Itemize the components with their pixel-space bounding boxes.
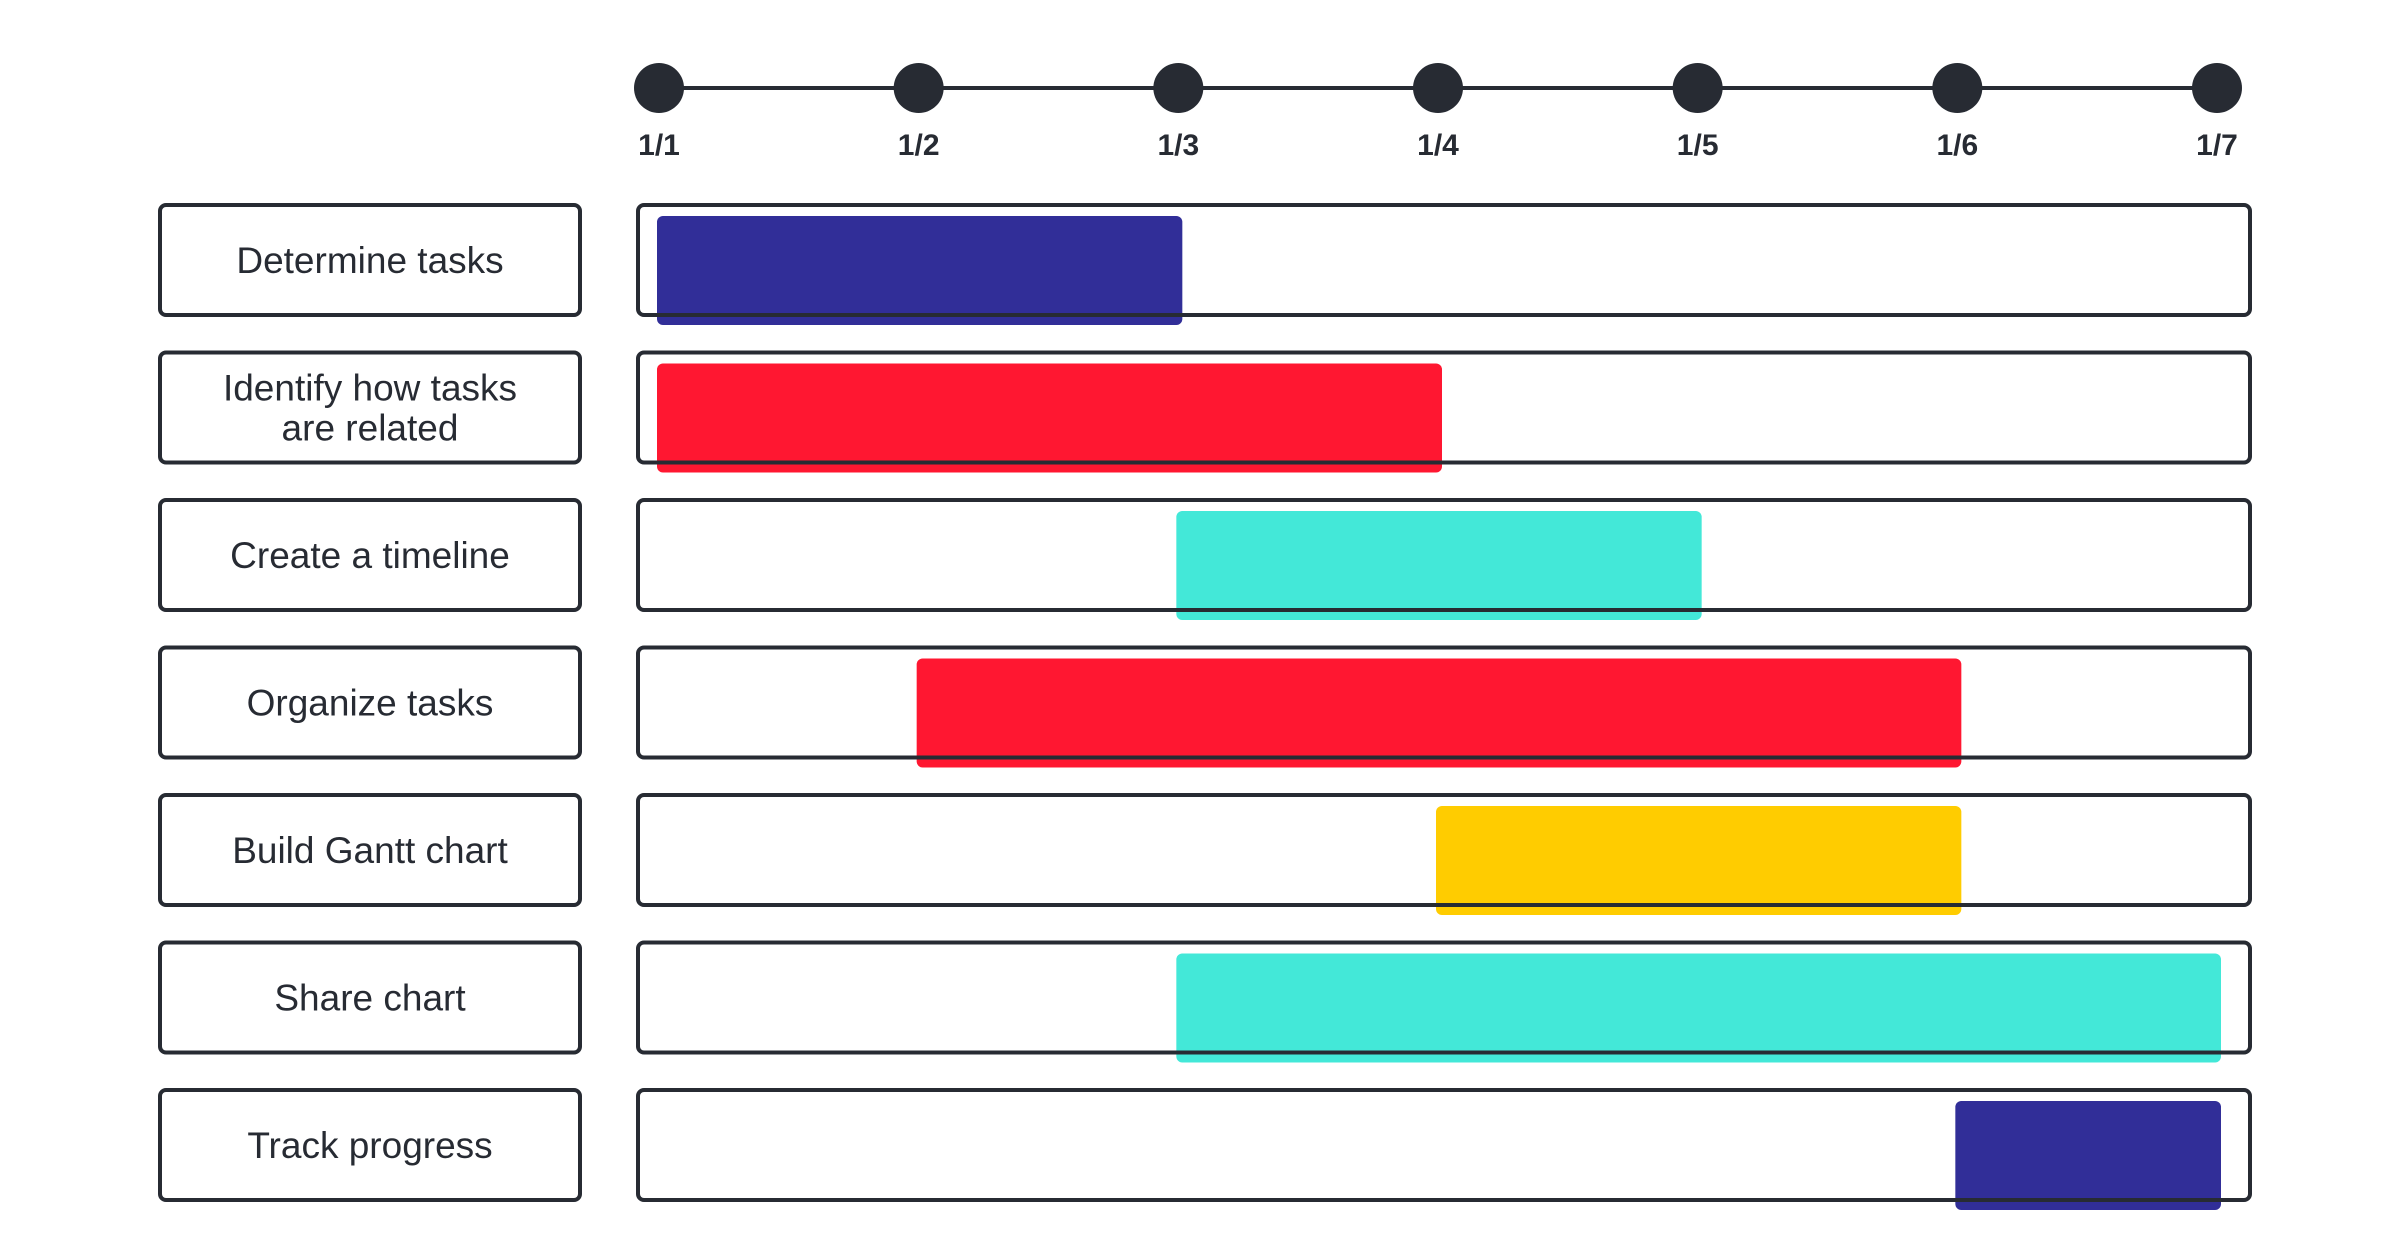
task-label: are related bbox=[282, 408, 459, 449]
tick-label: 1/2 bbox=[898, 129, 940, 162]
task-bar[interactable] bbox=[657, 363, 1442, 473]
task-label: Identify how tasks bbox=[223, 368, 517, 409]
task-rows: Determine tasks Identify how tasksare rel… bbox=[158, 203, 2252, 1210]
timeline-axis: 1/1 1/2 1/3 1/4 1/5 1/6 1/7 bbox=[634, 63, 2242, 162]
gantt-chart: 1/1 1/2 1/3 1/4 1/5 1/6 1/7 Determine tasks Ide… bbox=[158, 63, 2252, 1210]
task-row: Share chart bbox=[158, 940, 2252, 1063]
task-bar[interactable] bbox=[1436, 806, 1962, 915]
task-bar[interactable] bbox=[1176, 953, 2221, 1063]
task-bar[interactable] bbox=[657, 216, 1183, 325]
tick-label: 1/7 bbox=[2196, 129, 2238, 162]
task-row: Determine tasks bbox=[158, 203, 2252, 325]
task-bar[interactable] bbox=[1955, 1101, 2221, 1210]
tick-label: 1/1 bbox=[638, 129, 680, 162]
timeline-dot bbox=[1153, 63, 1204, 113]
task-bar[interactable] bbox=[916, 658, 1962, 768]
timeline-dot bbox=[634, 63, 684, 113]
task-label: Determine tasks bbox=[236, 240, 503, 281]
task-row: Identify how tasksare related bbox=[158, 350, 2252, 473]
task-row: Create a timeline bbox=[158, 498, 2252, 620]
task-row: Build Gantt chart bbox=[158, 793, 2252, 915]
task-label: Organize tasks bbox=[247, 683, 494, 724]
timeline-dot bbox=[1413, 63, 1463, 113]
tick-label: 1/3 bbox=[1157, 129, 1199, 162]
task-label: Build Gantt chart bbox=[232, 830, 508, 871]
timeline-dot bbox=[1672, 63, 1723, 113]
task-label: Track progress bbox=[247, 1125, 492, 1166]
task-label: Create a timeline bbox=[230, 535, 510, 576]
tick-label: 1/5 bbox=[1677, 129, 1719, 162]
tick-label: 1/6 bbox=[1936, 129, 1978, 162]
task-row: Track progress bbox=[158, 1088, 2252, 1210]
task-bar[interactable] bbox=[1176, 511, 1702, 620]
task-row: Organize tasks bbox=[158, 645, 2252, 768]
timeline-dot bbox=[1932, 63, 1983, 113]
timeline-dot bbox=[2192, 63, 2242, 113]
timeline-dot bbox=[893, 63, 944, 113]
tick-label: 1/4 bbox=[1417, 129, 1459, 162]
task-label: Share chart bbox=[274, 978, 466, 1019]
